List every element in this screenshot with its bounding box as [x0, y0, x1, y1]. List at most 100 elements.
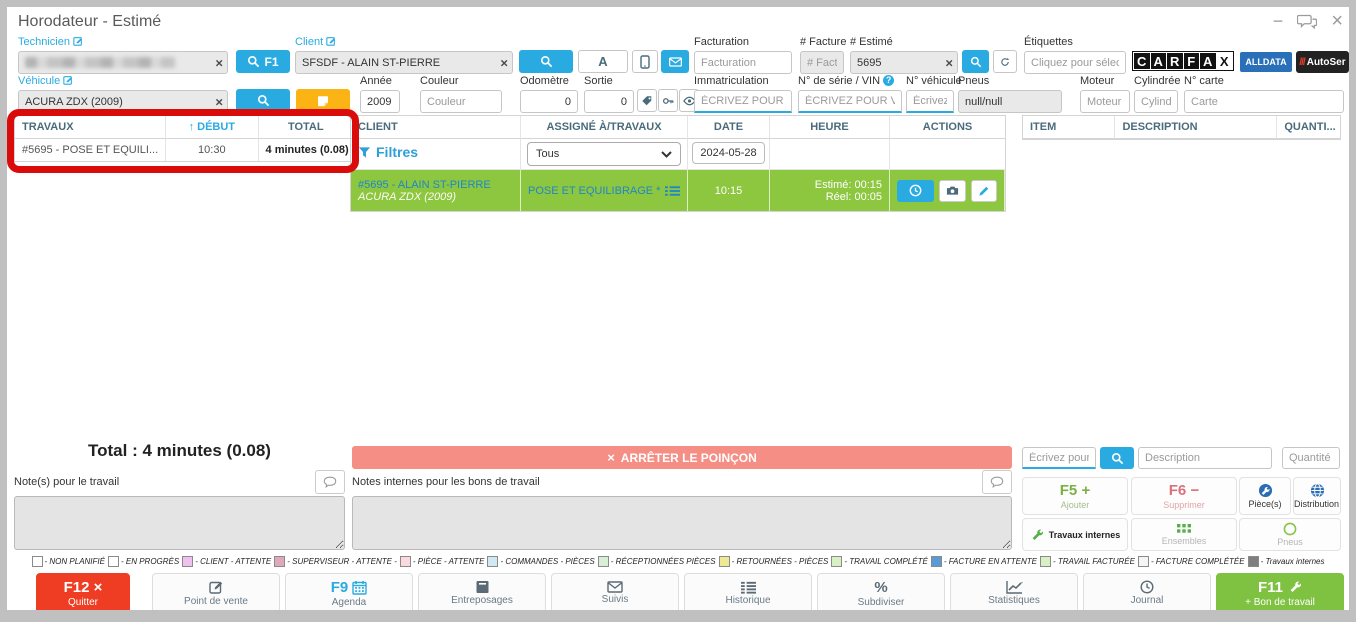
odometre-input[interactable] — [520, 90, 578, 113]
legend-item: COMMANDES - PIÈCES — [487, 556, 594, 567]
vehicule-input[interactable] — [18, 90, 228, 113]
annee-input[interactable] — [360, 90, 400, 113]
f12-quitter-button[interactable]: F12 × Quitter — [36, 573, 130, 610]
f6-supprimer-button[interactable]: F6 − Supprimer — [1131, 477, 1237, 515]
historique-button[interactable]: Historique — [684, 573, 812, 610]
moteur-input[interactable] — [1080, 90, 1130, 113]
notes-travail-textarea[interactable] — [14, 496, 345, 550]
timer-button[interactable] — [897, 180, 934, 202]
edit-icon — [73, 36, 83, 46]
technicien-search-f1-button[interactable]: F1 — [236, 50, 290, 73]
notes-internes-bubble-button[interactable] — [982, 470, 1012, 494]
statistiques-button[interactable]: Statistiques — [950, 573, 1078, 610]
clear-icon[interactable]: × — [945, 56, 953, 69]
legend-item: TRAVAIL COMPLÉTÉ — [831, 556, 927, 567]
col-debut[interactable]: ↑ DÉBUT — [166, 116, 258, 139]
suivis-button[interactable]: Suivis — [551, 573, 679, 610]
cylindree-input[interactable] — [1134, 90, 1178, 113]
estime-search-button[interactable] — [962, 50, 989, 73]
clear-icon[interactable]: × — [500, 56, 508, 69]
carte-input[interactable] — [1184, 90, 1344, 113]
pieces-button[interactable]: Pièce(s) — [1239, 477, 1291, 515]
journal-button[interactable]: Journal — [1083, 573, 1211, 610]
col-travaux[interactable]: TRAVAUX — [15, 116, 166, 139]
carte-label: N° carte — [1184, 75, 1344, 87]
clear-icon[interactable]: × — [215, 56, 223, 69]
envelope-icon — [607, 581, 623, 593]
distribution-stock-button[interactable]: Distribution Sto — [1293, 477, 1341, 515]
autoserve-logo[interactable]: ///AutoSer — [1296, 51, 1349, 73]
filter-row: Filtres Tous 2024-05-28 — [351, 139, 1005, 170]
pneus-input[interactable] — [958, 90, 1062, 113]
key-button[interactable] — [658, 89, 678, 112]
email-button[interactable] — [661, 50, 689, 73]
immatriculation-input[interactable] — [694, 90, 792, 113]
planning-estime-cell: Estimé: 00:15 Réel: 00:05 — [770, 170, 890, 211]
technicien-input[interactable] — [18, 51, 228, 74]
date-filter-button[interactable]: 2024-05-28 — [692, 142, 765, 164]
clear-icon[interactable]: × — [215, 95, 223, 108]
refresh-button[interactable] — [993, 50, 1017, 73]
couleur-input[interactable] — [420, 90, 502, 113]
f11-bon-de-travail-button[interactable]: F11 + Bon de travail — [1216, 573, 1344, 610]
facture-field: # Facture — [800, 36, 844, 74]
alldata-logo[interactable]: ALLDATA — [1240, 52, 1292, 72]
vehicule-search-button[interactable] — [236, 89, 290, 112]
clock-icon — [1140, 580, 1154, 594]
no-vehicule-input[interactable] — [906, 90, 954, 113]
planning-row[interactable]: #5695 - ALAIN ST-PIERRE ACURA ZDX (2009)… — [351, 170, 1005, 211]
description-input[interactable] — [1138, 447, 1272, 469]
chat-icon[interactable] — [1297, 13, 1317, 29]
piece-search-input[interactable] — [1022, 447, 1096, 469]
etiquettes-input[interactable] — [1024, 51, 1126, 74]
assigne-filter-select[interactable]: Tous — [527, 142, 681, 166]
tag-button[interactable] — [637, 89, 657, 112]
pneus-button[interactable]: Pneus — [1239, 518, 1341, 551]
help-icon[interactable]: ? — [883, 75, 894, 86]
planning-travail-cell: POSE ET EQUILIBRAGE * — [521, 170, 688, 211]
edit-row-button[interactable] — [971, 180, 997, 202]
col-date[interactable]: DATE — [688, 116, 770, 139]
facture-label: # Facture — [800, 36, 844, 48]
col-heure[interactable]: HEURE — [770, 116, 890, 139]
minimize-button[interactable]: − — [1273, 9, 1284, 33]
col-total[interactable]: TOTAL — [259, 116, 353, 139]
facturation-input[interactable] — [694, 51, 792, 74]
client-search-button[interactable] — [519, 50, 573, 73]
col-client[interactable]: CLIENT — [351, 116, 521, 139]
col-description[interactable]: DESCRIPTION — [1115, 116, 1277, 139]
subdiviser-button[interactable]: % Subdiviser — [817, 573, 945, 610]
travaux-internes-button[interactable]: Travaux internes — [1022, 518, 1128, 551]
facture-input[interactable] — [800, 51, 844, 74]
point-de-vente-button[interactable]: Point de vente — [152, 573, 280, 610]
sortie-input[interactable] — [584, 90, 634, 113]
client-name-button[interactable]: A — [578, 50, 628, 73]
vehicule-note-button[interactable] — [296, 89, 350, 112]
letter-a-icon: A — [598, 54, 607, 69]
notes-internes-textarea[interactable] — [352, 496, 1012, 550]
legend-item: TRAVAIL FACTURÉE — [1040, 556, 1135, 567]
ensembles-button[interactable]: Ensembles — [1131, 518, 1237, 551]
estime-input[interactable] — [850, 51, 958, 74]
planning-table-header: CLIENT ASSIGNÉ À/TRAVAUX DATE HEURE ACTI… — [351, 116, 1005, 139]
travaux-row[interactable]: #5695 - POSE ET EQUILI... 10:30 4 minute… — [15, 139, 353, 161]
client-input[interactable] — [295, 51, 513, 74]
carfax-logo[interactable]: CARFAX — [1132, 51, 1234, 71]
col-quantite[interactable]: QUANTI... — [1277, 116, 1340, 139]
notes-travail-bubble-button[interactable] — [315, 470, 345, 494]
vin-input[interactable] — [798, 90, 902, 113]
camera-button[interactable] — [939, 180, 966, 202]
f9-agenda-button[interactable]: F9 Agenda — [285, 573, 413, 610]
quantite-input[interactable] — [1282, 447, 1340, 469]
f5-ajouter-button[interactable]: F5 + Ajouter — [1022, 477, 1128, 515]
entreposages-button[interactable]: Entreposages — [418, 573, 546, 610]
window-content: Horodateur - Estimé − × Technicien × F1 … — [7, 7, 1349, 610]
filtres-toggle[interactable]: Filtres — [358, 144, 513, 160]
arreter-poincon-button[interactable]: × ARRÊTER LE POINÇON — [352, 446, 1012, 469]
work-list-icon[interactable] — [665, 185, 680, 197]
close-icon[interactable]: × — [1331, 9, 1343, 33]
col-item[interactable]: ITEM — [1023, 116, 1115, 139]
phone-button[interactable] — [632, 50, 658, 73]
piece-search-button[interactable] — [1100, 447, 1134, 469]
col-assigne[interactable]: ASSIGNÉ À/TRAVAUX — [521, 116, 688, 139]
